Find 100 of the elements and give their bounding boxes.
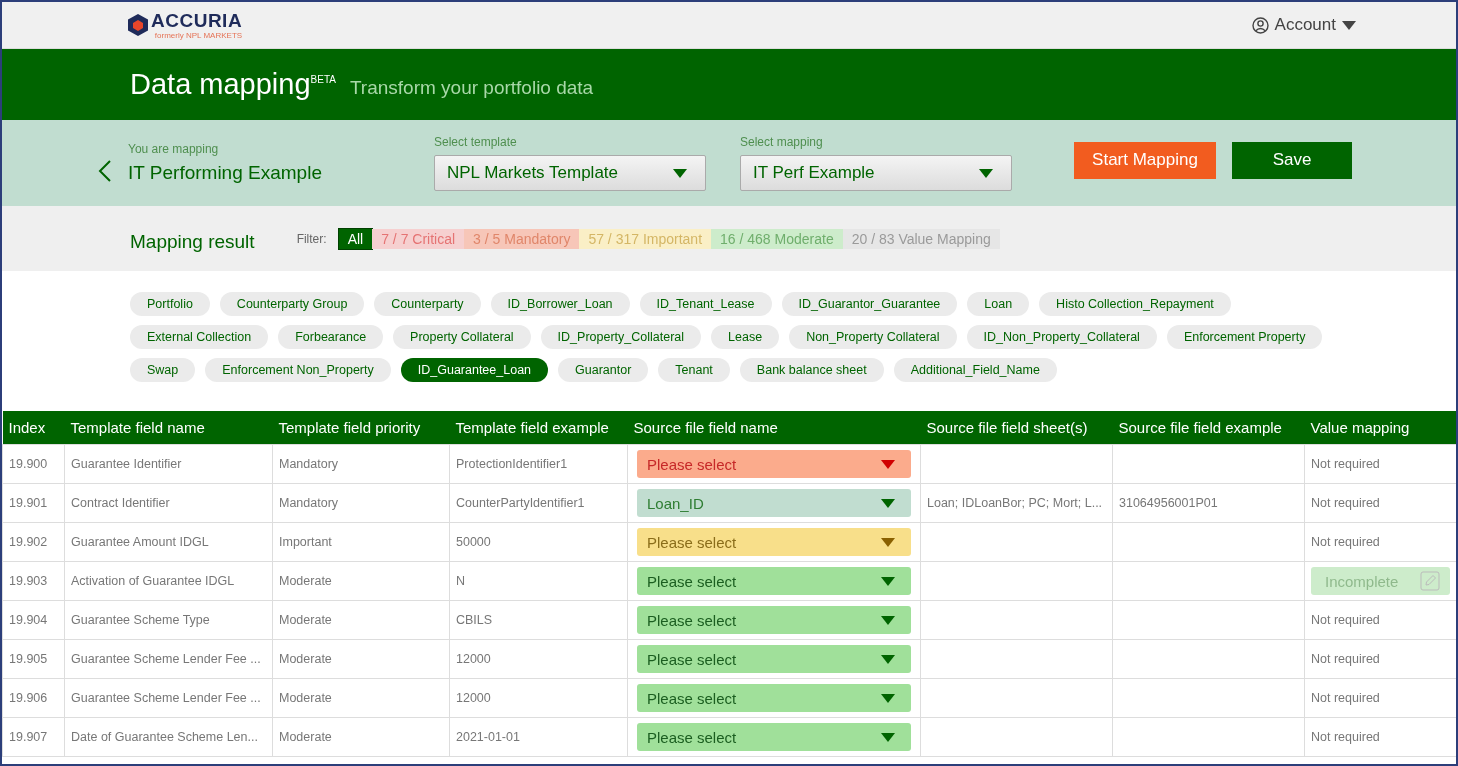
- table-cell: 19.907: [2, 717, 65, 757]
- caret-icon: [1342, 20, 1356, 30]
- table-cell: Guarantee Scheme Lender Fee ...: [64, 678, 273, 718]
- category-chip[interactable]: Swap: [130, 358, 196, 382]
- category-chip[interactable]: ID_Borrower_Loan: [490, 292, 630, 316]
- page-title: Data mapping$^{BETA}$: [130, 68, 336, 101]
- category-chip[interactable]: Additional_Field_Name: [893, 358, 1057, 382]
- caret-icon: [881, 654, 895, 664]
- section-title: Mapping result: [130, 230, 255, 253]
- logo-tagline: formerly NPL MARKETS: [154, 30, 243, 40]
- column-header: Template field name: [64, 411, 273, 445]
- mapping-select[interactable]: IT Perf Example: [740, 155, 1012, 191]
- category-chip[interactable]: Non_Property Collateral: [789, 325, 957, 349]
- category-chip[interactable]: Loan: [967, 292, 1030, 316]
- table-cell: Mandatory: [272, 444, 450, 484]
- caret-icon: [673, 168, 687, 178]
- table-cell: 31064956001P01: [1119, 496, 1218, 510]
- table-cell: Contract Identifier: [64, 483, 273, 523]
- table-cell: CBILS: [449, 600, 628, 640]
- table-cell: Guarantee Amount IDGL: [64, 522, 273, 562]
- source-select[interactable]: Please select: [637, 528, 911, 556]
- category-chip[interactable]: Tenant: [658, 358, 730, 382]
- table-cell: 19.903: [2, 561, 65, 601]
- caret-icon: [881, 498, 895, 508]
- column-header: Value mapping: [1304, 411, 1456, 445]
- table-cell: Important: [272, 522, 450, 562]
- caret-icon: [881, 537, 895, 547]
- category-chip[interactable]: ID_Tenant_Lease: [639, 292, 772, 316]
- field-label: You are mapping: [128, 142, 220, 156]
- source-select[interactable]: Loan_ID: [637, 489, 911, 517]
- category-chip[interactable]: ID_Property_Collateral: [540, 325, 702, 349]
- source-select[interactable]: Please select: [637, 606, 911, 634]
- column-header: Index: [2, 411, 65, 445]
- value-mapping-text: Not required: [1311, 496, 1380, 510]
- value-mapping-text: Not required: [1311, 691, 1380, 705]
- filter-chip[interactable]: All: [338, 228, 373, 249]
- column-header: Template field example: [449, 411, 628, 445]
- table-cell: 12000: [449, 639, 628, 679]
- table-cell: Moderate: [272, 600, 450, 640]
- table-cell: Guarantee Scheme Lender Fee ...: [64, 639, 273, 679]
- pencil-icon: [1420, 571, 1440, 591]
- caret-icon: [881, 732, 895, 742]
- table-cell: Moderate: [272, 717, 450, 757]
- category-chip[interactable]: Forbearance: [278, 325, 384, 349]
- table-cell: 12000: [449, 678, 628, 718]
- field-label: Select template: [434, 135, 518, 149]
- category-chip[interactable]: Portfolio: [130, 292, 210, 316]
- source-select[interactable]: Please select: [637, 723, 911, 751]
- category-chip[interactable]: Guarantor: [558, 358, 649, 382]
- category-chip[interactable]: Enforcement Property: [1166, 325, 1323, 349]
- table-cell: Loan; IDLoanBor; PC; Mort; L...: [927, 496, 1103, 510]
- save-button[interactable]: Save: [1232, 141, 1352, 179]
- category-chip[interactable]: Counterparty: [374, 292, 481, 316]
- user-icon: [1251, 16, 1269, 34]
- category-chip[interactable]: Histo Collection_Repayment: [1039, 292, 1231, 316]
- table-cell: Mandatory: [272, 483, 450, 523]
- column-header: Source file field example: [1112, 411, 1305, 445]
- table-cell: 19.906: [2, 678, 65, 718]
- value-mapping-text: Not required: [1311, 535, 1380, 549]
- caret-icon: [881, 459, 895, 469]
- category-chip[interactable]: Property Collateral: [393, 325, 531, 349]
- category-chip[interactable]: Enforcement Non_Property: [205, 358, 391, 382]
- logo-text: ACCURIA: [151, 10, 243, 31]
- table-cell: Moderate: [272, 639, 450, 679]
- table-cell: 19.905: [2, 639, 65, 679]
- logo-icon: [128, 14, 148, 36]
- category-chip[interactable]: External Collection: [130, 325, 269, 349]
- table-cell: Moderate: [272, 561, 450, 601]
- start-mapping-button[interactable]: Start Mapping: [1074, 141, 1216, 179]
- caret-icon: [979, 168, 993, 178]
- table-cell: Moderate: [272, 678, 450, 718]
- category-chip[interactable]: ID_Guarantee_Loan: [400, 358, 549, 382]
- category-chip[interactable]: ID_Guarantor_Guarantee: [781, 292, 958, 316]
- account-menu[interactable]: Account: [1251, 15, 1356, 35]
- value-mapping-text: Not required: [1311, 652, 1380, 666]
- column-header: Source file field name: [627, 411, 921, 445]
- category-chip[interactable]: ID_Non_Property_Collateral: [966, 325, 1157, 349]
- value-mapping-text: Not required: [1311, 730, 1380, 744]
- source-select[interactable]: Please select: [637, 684, 911, 712]
- back-icon[interactable]: [98, 159, 112, 183]
- field-label: Select mapping: [740, 135, 824, 149]
- template-select[interactable]: NPL Markets Template: [434, 155, 706, 191]
- value-mapping-text: Not required: [1311, 613, 1380, 627]
- category-chip[interactable]: Bank balance sheet: [739, 358, 884, 382]
- table-cell: ProtectionIdentifier1: [449, 444, 628, 484]
- table-cell: CounterPartyIdentifier1: [449, 483, 628, 523]
- category-chip[interactable]: Lease: [711, 325, 780, 349]
- source-select[interactable]: Please select: [637, 567, 911, 595]
- table-cell: 19.902: [2, 522, 65, 562]
- table-cell: 19.901: [2, 483, 65, 523]
- caret-icon: [881, 693, 895, 703]
- mapping-name: IT Performing Example: [128, 162, 323, 184]
- source-select[interactable]: Please select: [637, 645, 911, 673]
- caret-icon: [881, 576, 895, 586]
- table-cell: Date of Guarantee Scheme Len...: [64, 717, 273, 757]
- table-cell: 19.900: [2, 444, 65, 484]
- category-chip[interactable]: Counterparty Group: [219, 292, 365, 316]
- table-cell: N: [449, 561, 628, 601]
- column-header: Template field priority: [272, 411, 450, 445]
- column-header: Source file field sheet(s): [920, 411, 1113, 445]
